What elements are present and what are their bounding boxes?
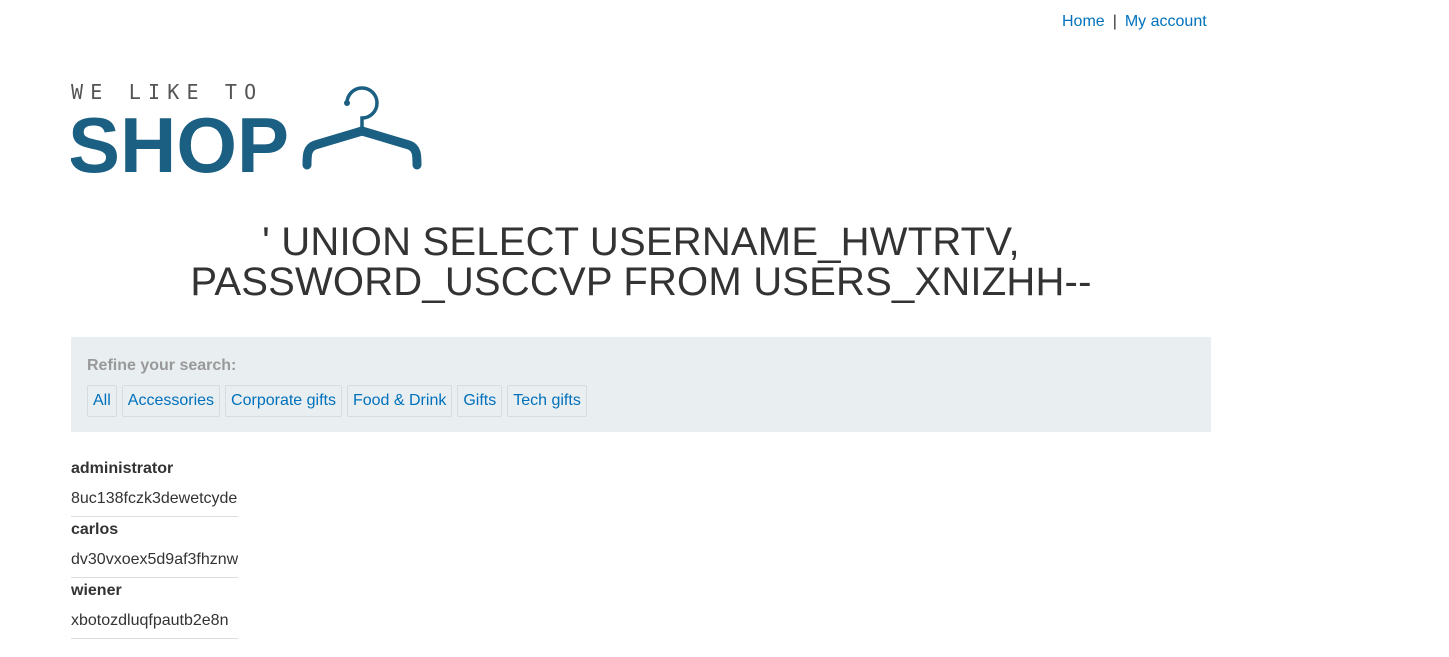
top-nav: Home | My account bbox=[1062, 12, 1207, 32]
filter-corporate-gifts[interactable]: Corporate gifts bbox=[225, 385, 342, 417]
filter-list: All Accessories Corporate gifts Food & D… bbox=[87, 385, 1195, 417]
result-username: administrator bbox=[71, 460, 174, 477]
table-row: xbotozdluqfpautb2e8n bbox=[71, 604, 239, 639]
filter-food-drink[interactable]: Food & Drink bbox=[346, 385, 453, 417]
page-title: ' UNION SELECT USERNAME_HWTRTV, PASSWORD… bbox=[190, 220, 1092, 304]
filter-gifts[interactable]: Gifts bbox=[457, 385, 503, 417]
result-password: 8uc138fczk3dewetcyde bbox=[71, 482, 239, 517]
result-username: wiener bbox=[71, 582, 122, 599]
result-password: xbotozdluqfpautb2e8n bbox=[71, 604, 239, 639]
result-password: dv30vxoex5d9af3fhznw bbox=[71, 543, 239, 578]
nav-separator: | bbox=[1112, 13, 1117, 30]
logo-svg: WE LIKE TO SHOP bbox=[68, 80, 422, 189]
filter-all[interactable]: All bbox=[87, 385, 117, 417]
table-row: administrator bbox=[71, 456, 238, 482]
hanger-icon bbox=[302, 86, 422, 170]
filter-title: Refine your search: bbox=[87, 357, 237, 374]
my-account-link[interactable]: My account bbox=[1125, 13, 1207, 30]
logo-brand: SHOP bbox=[71, 101, 289, 175]
result-username: carlos bbox=[71, 521, 119, 538]
table-row: carlos bbox=[71, 517, 238, 544]
table-row: wiener bbox=[71, 578, 238, 605]
home-link[interactable]: Home bbox=[1062, 13, 1105, 30]
site-logo[interactable]: WE LIKE TO SHOP bbox=[68, 80, 423, 189]
filter-accessories[interactable]: Accessories bbox=[121, 385, 221, 417]
table-row: dv30vxoex5d9af3fhznw bbox=[71, 543, 239, 578]
filter-panel: Refine your search: All Accessories Corp… bbox=[71, 337, 1211, 432]
results-table: administrator 8uc138fczk3dewetcyde carlo… bbox=[71, 456, 239, 639]
table-row: 8uc138fczk3dewetcyde bbox=[71, 482, 239, 517]
filter-tech-gifts[interactable]: Tech gifts bbox=[507, 385, 587, 417]
